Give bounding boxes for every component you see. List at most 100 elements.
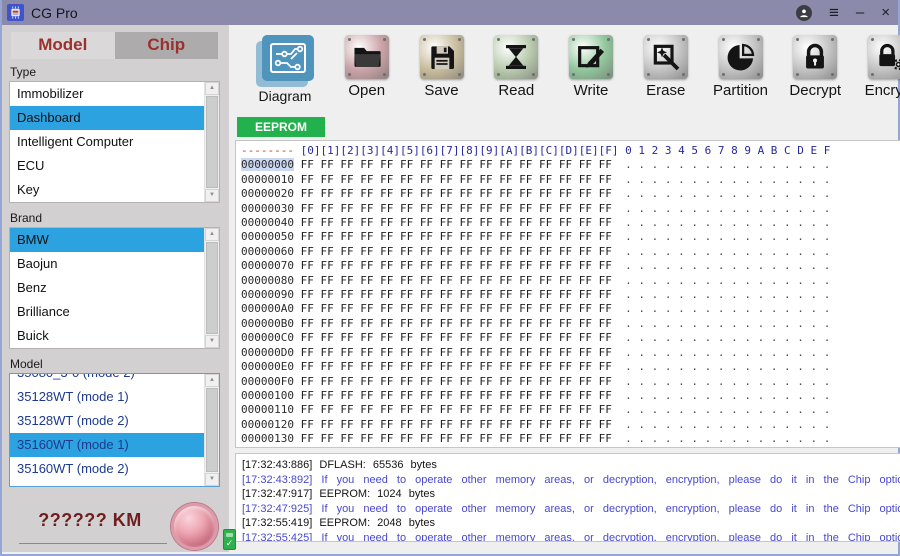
log-line: [17:32:55:425] If you need to operate ot… (242, 531, 900, 542)
scroll-down-icon[interactable]: ▼ (205, 335, 219, 348)
brand-list-item[interactable]: BMW (10, 228, 204, 252)
hex-row[interactable]: 00000110 FF FF FF FF FF FF FF FF FF FF F… (241, 403, 900, 417)
decrypt-label: Decrypt (789, 82, 842, 99)
read-hourglass-icon (494, 35, 539, 79)
close-button[interactable]: × (881, 5, 890, 20)
open-folder-icon (344, 35, 389, 79)
type-list-item[interactable]: Key (10, 178, 204, 202)
erase-label: Erase (646, 82, 686, 99)
hex-row[interactable]: 00000020 FF FF FF FF FF FF FF FF FF FF F… (241, 187, 900, 201)
divider (19, 542, 167, 544)
model-list-item[interactable]: 35160WT (mode 2) (10, 457, 204, 481)
type-list-item[interactable]: Dashboard (10, 106, 204, 130)
hex-row[interactable]: 000000A0 FF FF FF FF FF FF FF FF FF FF F… (241, 302, 900, 316)
status-check-icon: ✓ (223, 529, 236, 550)
brand-listbox[interactable]: BMW Baojun Benz Brilliance Buick ▲ ▼ (9, 227, 220, 349)
eeprom-tab[interactable]: EEPROM (237, 117, 326, 137)
hex-row[interactable]: 00000050 FF FF FF FF FF FF FF FF FF FF F… (241, 230, 900, 244)
hex-row[interactable]: 00000030 FF FF FF FF FF FF FF FF FF FF F… (241, 202, 900, 216)
open-button[interactable]: Open (334, 35, 400, 99)
encrypt-lock-gear-icon (868, 35, 900, 79)
scroll-up-icon[interactable]: ▲ (205, 228, 219, 241)
write-button[interactable]: Write (558, 35, 624, 99)
brand-list-item[interactable]: Brilliance (10, 300, 204, 324)
read-button[interactable]: Read (483, 35, 549, 99)
hex-row[interactable]: 000000E0 FF FF FF FF FF FF FF FF FF FF F… (241, 360, 900, 374)
brand-list-item[interactable]: Benz (10, 276, 204, 300)
model-list-item[interactable]: 35128WT (mode 2) (10, 409, 204, 433)
write-label: Write (573, 82, 609, 99)
type-section-label: Type (10, 65, 37, 79)
hex-row[interactable]: 00000080 FF FF FF FF FF FF FF FF FF FF F… (241, 274, 900, 288)
user-account-icon[interactable] (795, 4, 812, 21)
hex-row[interactable]: 00000100 FF FF FF FF FF FF FF FF FF FF F… (241, 389, 900, 403)
hex-row[interactable]: 000000B0 FF FF FF FF FF FF FF FF FF FF F… (241, 317, 900, 331)
save-floppy-icon (419, 35, 464, 79)
type-list-item[interactable]: Immobilizer (10, 82, 204, 106)
diagram-button[interactable]: Diagram (245, 35, 325, 104)
scroll-up-icon[interactable]: ▲ (205, 82, 219, 95)
hex-row[interactable]: 000000D0 FF FF FF FF FF FF FF FF FF FF F… (241, 346, 900, 360)
hex-grid[interactable]: -------- [0][1][2][3][4][5][6][7][8][9][… (241, 144, 900, 447)
scroll-thumb[interactable] (206, 388, 218, 472)
log-line: [17:32:47:917] EEPROM: 1024 bytes (242, 488, 436, 501)
model-list-item[interactable]: 35160WT (mode 1) (10, 433, 204, 457)
hex-row[interactable]: 00000090 FF FF FF FF FF FF FF FF FF FF F… (241, 288, 900, 302)
model-scrollbar[interactable]: ▲ ▼ (204, 374, 219, 486)
brand-section-label: Brand (10, 211, 43, 225)
hex-header-row: -------- [0][1][2][3][4][5][6][7][8][9][… (241, 144, 831, 157)
partition-button[interactable]: Partition (708, 35, 774, 99)
model-listbox[interactable]: 35080_3-0 (mode 2)35128WT (mode 1)35128W… (9, 373, 220, 487)
app-window: CG Pro ≡ – × Model Chip Type Immobilizer… (0, 0, 900, 556)
partition-label: Partition (712, 82, 769, 99)
sidebar-tabs: Model Chip (11, 32, 218, 59)
partition-pie-icon (718, 35, 763, 79)
hex-row[interactable]: 00000060 FF FF FF FF FF FF FF FF FF FF F… (241, 245, 900, 259)
mileage-action-button[interactable] (171, 503, 218, 550)
brand-scrollbar[interactable]: ▲ ▼ (204, 228, 219, 348)
menu-icon[interactable]: ≡ (829, 4, 839, 21)
diagram-label: Diagram (258, 88, 312, 104)
model-list-item[interactable]: 35080_3-0 (mode 2) (10, 374, 204, 385)
scroll-down-icon[interactable]: ▼ (205, 189, 219, 202)
model-list-item[interactable]: 35128WT (mode 1) (10, 385, 204, 409)
type-scrollbar[interactable]: ▲ ▼ (204, 82, 219, 202)
read-label: Read (498, 82, 535, 99)
log-line: [17:32:43:886] DFLASH: 65536 bytes (242, 459, 437, 471)
minimize-button[interactable]: – (856, 5, 864, 20)
type-list-item[interactable]: ECU (10, 154, 204, 178)
hex-row[interactable]: 00000010 FF FF FF FF FF FF FF FF FF FF F… (241, 173, 900, 187)
hex-row[interactable]: 00000070 FF FF FF FF FF FF FF FF FF FF F… (241, 259, 900, 273)
hex-row[interactable]: 000000C0 FF FF FF FF FF FF FF FF FF FF F… (241, 331, 900, 345)
type-listbox[interactable]: Immobilizer Dashboard Intelligent Computer… (9, 81, 220, 203)
app-logo-chip-icon (7, 4, 24, 21)
tab-model[interactable]: Model (11, 32, 115, 59)
brand-list-item[interactable]: Buick (10, 324, 204, 348)
tab-chip[interactable]: Chip (114, 32, 218, 59)
hex-row[interactable]: 00000000 FF FF FF FF FF FF FF FF FF FF F… (241, 158, 900, 172)
log-panel: [17:32:43:886] DFLASH: 65536 bytes [17:32… (235, 453, 900, 542)
title-bar: CG Pro ≡ – × (2, 0, 898, 25)
decrypt-lock-icon (793, 35, 838, 79)
save-button[interactable]: Save (409, 35, 475, 99)
write-pencil-icon (569, 35, 613, 79)
encrypt-label: Encrypt (864, 82, 900, 99)
encrypt-button[interactable]: Encrypt (857, 35, 900, 99)
log-line: [17:32:55:419] EEPROM: 2048 bytes (242, 517, 436, 530)
log-lines: [17:32:43:886] DFLASH: 65536 bytes [17:32… (242, 458, 900, 542)
sidebar: Model Chip Type Immobilizer Dashboard Inte… (2, 25, 229, 552)
hex-row[interactable]: 00000130 FF FF FF FF FF FF FF FF FF FF F… (241, 432, 900, 446)
log-line: [17:32:47:925] If you need to operate ot… (242, 502, 900, 515)
type-list-item[interactable]: Intelligent Computer (10, 130, 204, 154)
scroll-thumb[interactable] (206, 96, 218, 188)
erase-button[interactable]: Erase (633, 35, 699, 99)
scroll-thumb[interactable] (206, 242, 218, 334)
decrypt-button[interactable]: Decrypt (782, 35, 848, 99)
scroll-down-icon[interactable]: ▼ (205, 473, 219, 486)
mileage-value: ?????? KM (38, 509, 142, 530)
scroll-up-icon[interactable]: ▲ (205, 374, 219, 387)
brand-list-item[interactable]: Baojun (10, 252, 204, 276)
hex-row[interactable]: 00000040 FF FF FF FF FF FF FF FF FF FF F… (241, 216, 900, 230)
hex-row[interactable]: 000000F0 FF FF FF FF FF FF FF FF FF FF F… (241, 375, 900, 389)
hex-row[interactable]: 00000120 FF FF FF FF FF FF FF FF FF FF F… (241, 418, 900, 432)
